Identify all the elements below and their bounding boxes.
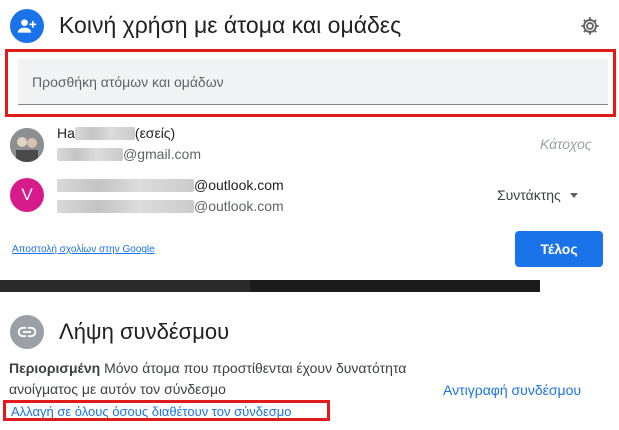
person-name: @outlook.com bbox=[57, 177, 284, 193]
person-email: @outlook.com bbox=[57, 198, 284, 214]
get-link-title: Λήψη συνδέσμου bbox=[59, 319, 230, 344]
person-email: @gmail.com bbox=[57, 146, 201, 162]
share-dialog: Κοινή χρήση με άτομα και ομάδες Ha(εσείς… bbox=[0, 0, 619, 280]
redacted-text bbox=[57, 148, 123, 161]
change-access-highlight: Αλλαγή σε όλους όσους διαθέτουν τον σύνδ… bbox=[3, 400, 330, 421]
share-dialog-title: Κοινή χρήση με άτομα και ομάδες bbox=[59, 12, 402, 38]
background-area bbox=[0, 280, 250, 292]
done-button[interactable]: Τέλος bbox=[515, 231, 603, 267]
role-dropdown[interactable]: Συντάκτης bbox=[497, 187, 578, 203]
gear-icon[interactable] bbox=[578, 14, 602, 38]
add-person-icon bbox=[10, 9, 44, 43]
restriction-label: Περιορισμένη bbox=[9, 360, 101, 376]
add-people-highlight bbox=[5, 49, 616, 117]
chevron-down-icon bbox=[569, 192, 578, 198]
redacted-text bbox=[74, 127, 135, 140]
person-row-owner: Ha (εσείς) @gmail.com Κάτοχος bbox=[0, 122, 619, 172]
role-editor-label: Συντάκτης bbox=[497, 187, 561, 203]
send-feedback-link[interactable]: Αποστολή σχολίων στην Google bbox=[12, 244, 155, 255]
person-name: Ha (εσείς) bbox=[57, 125, 176, 141]
link-restriction-text: Περιορισμένη Μόνο άτομα που προστίθενται… bbox=[9, 358, 429, 400]
get-link-panel: Λήψη συνδέσμου Περιορισμένη Μόνο άτομα π… bbox=[0, 292, 619, 430]
avatar: V bbox=[10, 178, 44, 212]
link-icon bbox=[10, 315, 44, 349]
add-people-input[interactable] bbox=[18, 59, 608, 105]
background-strip bbox=[0, 280, 619, 292]
copy-link-button[interactable]: Αντιγραφή συνδέσμου bbox=[443, 382, 581, 398]
avatar bbox=[10, 128, 44, 162]
background-area bbox=[540, 280, 619, 292]
role-owner-label: Κάτοχος bbox=[540, 136, 592, 152]
person-row-editor: V @outlook.com @outlook.com Συντάκτης bbox=[0, 172, 619, 222]
change-access-link[interactable]: Αλλαγή σε όλους όσους διαθέτουν τον σύνδ… bbox=[11, 404, 292, 419]
redacted-text bbox=[57, 200, 194, 213]
redacted-text bbox=[57, 179, 194, 192]
